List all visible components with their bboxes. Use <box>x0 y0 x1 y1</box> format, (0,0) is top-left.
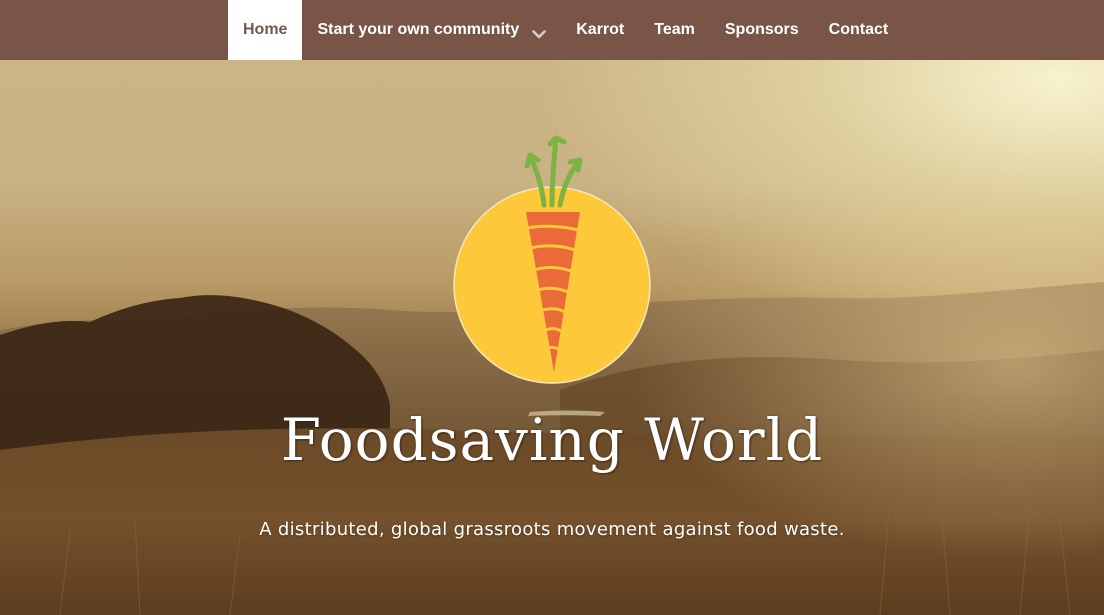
nav-item-team[interactable]: Team <box>639 0 710 60</box>
nav-item-label: Team <box>654 21 695 38</box>
nav-item-sponsors[interactable]: Sponsors <box>710 0 814 60</box>
hero-section: Foodsaving World A distributed, global g… <box>0 60 1104 615</box>
nav-item-label: Karrot <box>576 21 625 38</box>
nav-item-start-community[interactable]: Start your own community <box>302 0 561 60</box>
page: Home Start your own community Karrot Tea… <box>0 0 1104 615</box>
chevron-down-icon <box>532 26 547 38</box>
nav-item-label: Sponsors <box>724 21 799 38</box>
page-subtitle: A distributed, global grassroots movemen… <box>259 519 845 540</box>
nav-item-label: Start your own community <box>317 21 520 38</box>
nav-item-home[interactable]: Home <box>228 0 303 60</box>
nav-item-contact[interactable]: Contact <box>814 0 904 60</box>
carrot-logo-icon <box>453 135 651 384</box>
navbar: Home Start your own community Karrot Tea… <box>0 0 1104 60</box>
nav-item-label: Contact <box>828 21 889 38</box>
nav-item-label: Home <box>243 21 288 38</box>
nav-menu: Home Start your own community Karrot Tea… <box>228 0 903 60</box>
nav-item-karrot[interactable]: Karrot <box>561 0 639 60</box>
page-title: Foodsaving World <box>280 406 824 474</box>
